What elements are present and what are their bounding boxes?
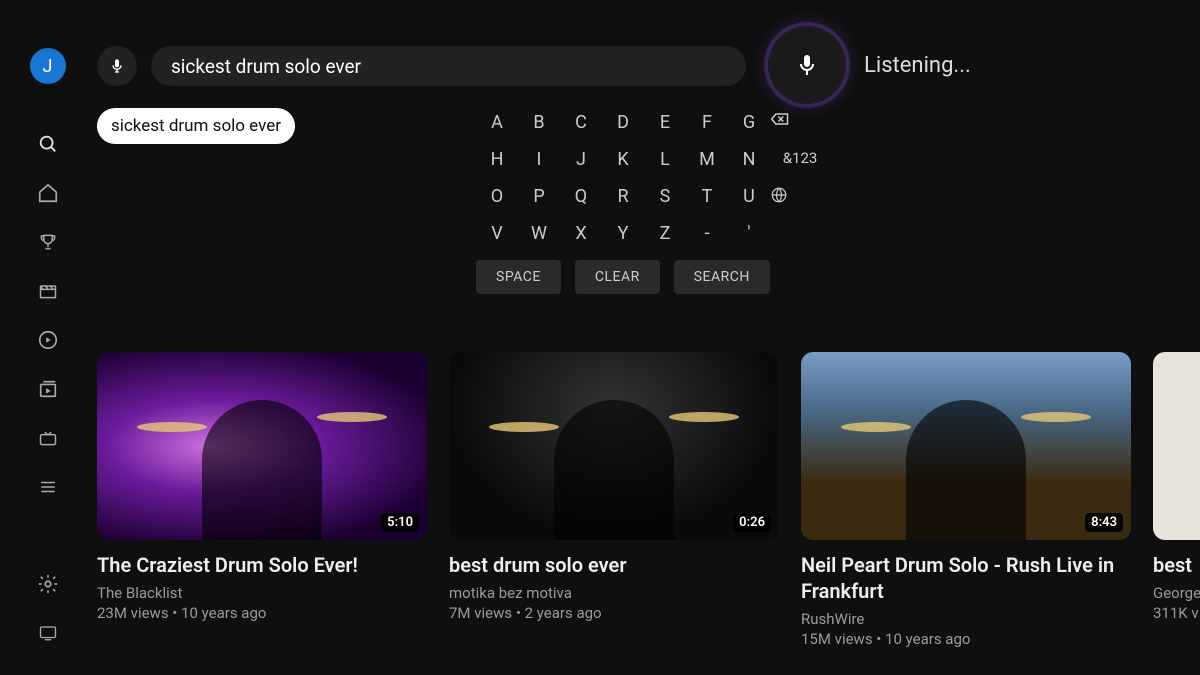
sidebar: J — [0, 0, 95, 675]
video-card[interactable]: 8:43 Neil Peart Drum Solo - Rush Live in … — [801, 352, 1131, 648]
video-meta: 15M views • 10 years ago — [801, 630, 1131, 648]
movies-icon[interactable] — [36, 279, 60, 303]
avatar[interactable]: J — [30, 48, 66, 84]
video-thumbnail[interactable]: 5:10 — [97, 352, 427, 540]
video-thumbnail[interactable] — [1153, 352, 1200, 540]
search-suggestion[interactable]: sickest drum solo ever — [97, 108, 295, 144]
keyboard-key-h[interactable]: H — [476, 149, 518, 170]
keyboard-key-a[interactable]: A — [476, 112, 518, 133]
voice-panel: Listening... — [750, 0, 1200, 130]
keyboard-key-l[interactable]: L — [644, 149, 686, 170]
video-thumbnail[interactable]: 0:26 — [449, 352, 779, 540]
keyboard-key-w[interactable]: W — [518, 223, 560, 244]
menu-icon[interactable] — [36, 475, 60, 499]
live-icon[interactable] — [36, 426, 60, 450]
video-thumbnail[interactable]: 8:43 — [801, 352, 1131, 540]
video-title: The Craziest Drum Solo Ever! — [97, 552, 427, 578]
results-row: 5:10 The Craziest Drum Solo Ever! The Blac… — [97, 352, 1200, 648]
keyboard-key-d[interactable]: D — [602, 112, 644, 133]
voice-status: Listening... — [864, 53, 971, 78]
keyboard-key-p[interactable]: P — [518, 186, 560, 207]
keyboard-globe-icon[interactable] — [770, 186, 830, 207]
keyboard-key-s[interactable]: S — [644, 186, 686, 207]
keyboard-key-'[interactable]: ' — [728, 223, 770, 244]
video-channel: The Blacklist — [97, 584, 427, 602]
video-duration: 8:43 — [1085, 513, 1123, 532]
keyboard-key-v[interactable]: V — [476, 223, 518, 244]
keyboard-key-z[interactable]: Z — [644, 223, 686, 244]
video-duration: 5:10 — [381, 513, 419, 532]
video-channel: RushWire — [801, 610, 1131, 628]
search-icon[interactable] — [36, 132, 60, 156]
home-icon[interactable] — [36, 181, 60, 205]
keyboard-key-c[interactable]: C — [560, 112, 602, 133]
library-icon[interactable] — [36, 377, 60, 401]
video-card[interactable]: best George 311K v — [1153, 352, 1200, 648]
keyboard-key-t[interactable]: T — [686, 186, 728, 207]
keyboard-key-o[interactable]: O — [476, 186, 518, 207]
keyboard-key-g[interactable]: G — [728, 112, 770, 133]
keyboard-symbols[interactable]: &123 — [770, 149, 830, 170]
voice-mic-icon[interactable] — [768, 26, 846, 104]
keyboard-key-j[interactable]: J — [560, 149, 602, 170]
keyboard-key-u[interactable]: U — [728, 186, 770, 207]
video-title: best — [1153, 552, 1200, 578]
trophy-icon[interactable] — [36, 230, 60, 254]
video-channel: motika bez motiva — [449, 584, 779, 602]
keyboard-space[interactable]: SPACE — [476, 260, 561, 294]
keyboard-key-y[interactable]: Y — [602, 223, 644, 244]
video-meta: 311K v — [1153, 604, 1200, 622]
keyboard-clear[interactable]: CLEAR — [575, 260, 660, 294]
keyboard-key-q[interactable]: Q — [560, 186, 602, 207]
keyboard-key-b[interactable]: B — [518, 112, 560, 133]
keyboard-key-n[interactable]: N — [728, 149, 770, 170]
video-card[interactable]: 5:10 The Craziest Drum Solo Ever! The Blac… — [97, 352, 427, 648]
video-meta: 23M views • 10 years ago — [97, 604, 427, 622]
keyboard-key-f[interactable]: F — [686, 112, 728, 133]
search-input[interactable]: sickest drum solo ever — [151, 46, 746, 86]
video-duration: 0:26 — [733, 513, 771, 532]
video-meta: 7M views • 2 years ago — [449, 604, 779, 622]
video-channel: George — [1153, 584, 1200, 602]
cast-icon[interactable] — [36, 621, 60, 645]
video-title: Neil Peart Drum Solo - Rush Live in Fran… — [801, 552, 1131, 604]
settings-icon[interactable] — [36, 572, 60, 596]
keyboard-key-r[interactable]: R — [602, 186, 644, 207]
music-icon[interactable] — [36, 328, 60, 352]
search-row: sickest drum solo ever — [97, 46, 746, 86]
keyboard-key-e[interactable]: E — [644, 112, 686, 133]
keyboard-key-m[interactable]: M — [686, 149, 728, 170]
mic-button[interactable] — [97, 46, 137, 86]
video-card[interactable]: 0:26 best drum solo ever motika bez motiva… — [449, 352, 779, 648]
keyboard-search[interactable]: SEARCH — [674, 260, 770, 294]
keyboard-backspace-icon[interactable] — [770, 112, 830, 133]
keyboard-key-x[interactable]: X — [560, 223, 602, 244]
keyboard-key-k[interactable]: K — [602, 149, 644, 170]
onscreen-keyboard: ABCDEFG HIJKLMN&123 OPQRSTU VWXYZ-' SPACE C… — [476, 112, 830, 294]
video-title: best drum solo ever — [449, 552, 779, 578]
keyboard-key--[interactable]: - — [686, 223, 728, 244]
keyboard-key-i[interactable]: I — [518, 149, 560, 170]
